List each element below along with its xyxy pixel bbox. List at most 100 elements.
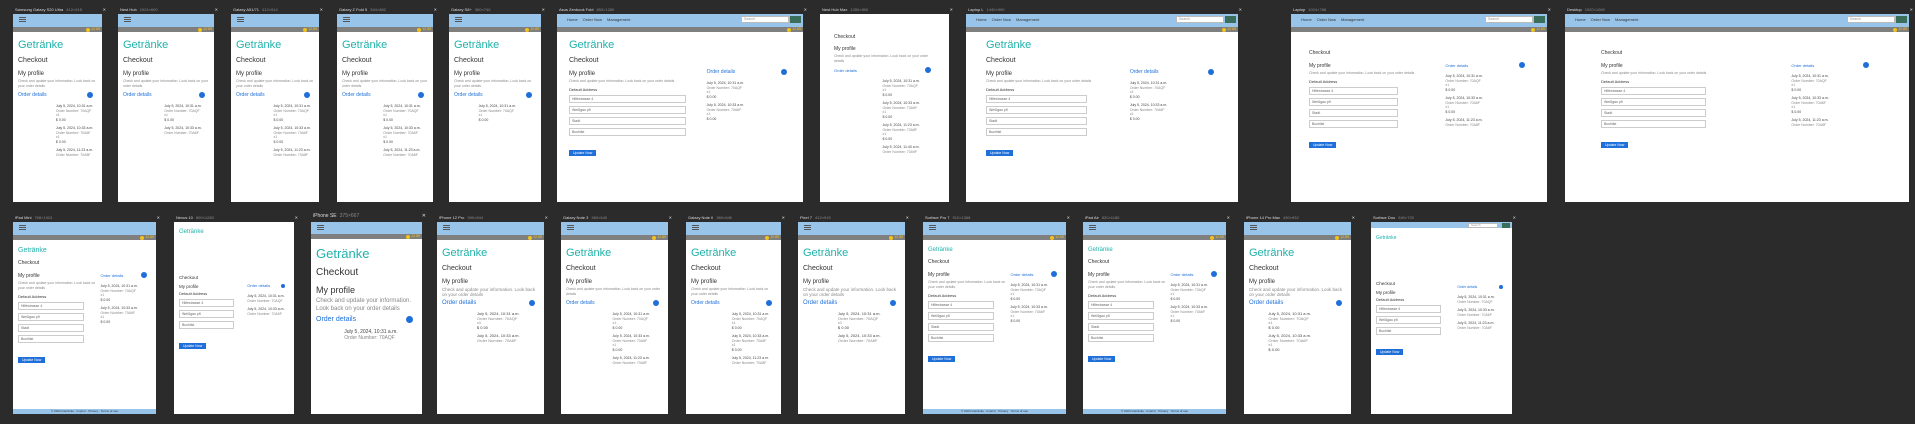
close-icon[interactable]: ✕ [1067, 215, 1070, 220]
menu-icon[interactable] [317, 225, 324, 230]
zip-city-input[interactable]: Weißgau pfl [569, 106, 686, 114]
menu-icon[interactable] [19, 225, 26, 230]
menu-icon[interactable] [237, 17, 244, 22]
search-input[interactable]: Search [1485, 16, 1533, 23]
close-icon[interactable]: ✕ [545, 215, 548, 220]
order-details-link[interactable]: Order details [123, 92, 152, 98]
brand-logo[interactable]: Getränke [342, 39, 428, 51]
order-details-link[interactable]: Order details [454, 92, 483, 98]
address-input[interactable]: Hilfestrasse 4 [569, 95, 686, 103]
order-details-link[interactable]: Order details [1010, 272, 1033, 277]
close-icon[interactable]: ✕ [782, 215, 785, 220]
toggle-icon[interactable] [890, 300, 896, 306]
close-icon[interactable]: ✕ [950, 7, 953, 12]
nav-management[interactable]: Management [1341, 17, 1364, 22]
city-input[interactable]: Stadt [18, 324, 84, 332]
update-button[interactable]: Update Now [179, 343, 207, 349]
brand-logo[interactable]: Getränke [442, 247, 539, 259]
order-details-link[interactable]: Order details [1791, 63, 1814, 68]
zip-city-input[interactable]: Weißgau pfl [1376, 316, 1441, 324]
city-input[interactable]: Stadt [1601, 109, 1706, 117]
nav-management[interactable]: Management [1016, 17, 1039, 22]
order-details-link[interactable]: Order details [803, 300, 837, 306]
zip-city-input[interactable]: Weißgau pfl [1088, 312, 1154, 320]
toggle-icon[interactable] [304, 92, 310, 98]
country-select[interactable]: Buchlist [928, 334, 994, 342]
close-icon[interactable]: ✕ [1239, 7, 1242, 12]
zip-city-input[interactable]: Weißgau pfl [1601, 98, 1706, 106]
nav-home[interactable]: Home [1575, 17, 1586, 22]
toggle-icon[interactable] [781, 69, 787, 75]
toggle-icon[interactable] [281, 283, 285, 288]
order-details-link[interactable]: Order details [316, 316, 356, 323]
order-details-link[interactable]: Order details [1445, 63, 1468, 68]
brand-logo[interactable]: Getränke [316, 246, 417, 261]
toggle-icon[interactable] [925, 67, 931, 73]
brand-logo[interactable]: Getränke [18, 247, 151, 254]
close-icon[interactable]: ✕ [542, 7, 545, 12]
menu-icon[interactable] [929, 225, 936, 230]
update-button[interactable]: Update Now [1601, 142, 1629, 148]
close-icon[interactable]: ✕ [906, 215, 909, 220]
close-icon[interactable]: ✕ [215, 7, 218, 12]
city-input[interactable]: Stadt [986, 117, 1087, 125]
city-input[interactable]: Stadt [1088, 323, 1154, 331]
brand-logo[interactable]: Getränke [454, 39, 536, 51]
city-input[interactable]: Stadt [928, 323, 994, 331]
update-button[interactable]: Update Now [569, 150, 597, 156]
country-select[interactable]: Buchlist [18, 335, 84, 343]
menu-icon[interactable] [343, 17, 350, 22]
zip-city-input[interactable]: Weißgau pfl [18, 313, 84, 321]
menu-icon[interactable] [1250, 225, 1257, 230]
search-button[interactable] [1534, 16, 1545, 23]
toggle-icon[interactable] [653, 300, 659, 306]
country-select[interactable]: Buchlist [569, 128, 686, 136]
close-icon[interactable]: ✕ [157, 215, 160, 220]
order-details-link[interactable]: Order details [1170, 272, 1193, 277]
search-input[interactable]: Search [741, 16, 789, 23]
nav-management[interactable]: Management [607, 17, 630, 22]
close-icon[interactable]: ✕ [804, 7, 807, 12]
toggle-icon[interactable] [406, 316, 413, 323]
address-input[interactable]: Hilfestrasse 4 [1309, 87, 1398, 95]
nav-order-now[interactable]: Order Now [992, 17, 1011, 22]
order-details-link[interactable]: Order details [442, 300, 476, 306]
menu-icon[interactable] [19, 17, 26, 22]
menu-icon[interactable] [692, 225, 699, 230]
country-select[interactable]: Buchlist [1601, 120, 1706, 128]
toggle-icon[interactable] [1211, 271, 1217, 277]
country-select[interactable]: Buchlist [1376, 327, 1441, 335]
close-icon[interactable]: ✕ [434, 7, 437, 12]
address-input[interactable]: Hilfestrasse 4 [928, 301, 994, 309]
brand-logo[interactable]: Getränke [803, 247, 900, 259]
search-button[interactable] [1225, 16, 1236, 23]
order-details-link[interactable]: Order details [834, 68, 857, 73]
menu-icon[interactable] [443, 225, 450, 230]
close-icon[interactable]: ✕ [1548, 7, 1551, 12]
menu-icon[interactable] [567, 225, 574, 230]
brand-logo[interactable]: Getränke [18, 39, 97, 51]
brand-logo[interactable]: Getränke [179, 229, 289, 235]
toggle-icon[interactable] [766, 300, 772, 306]
toggle-icon[interactable] [529, 300, 535, 306]
close-icon[interactable]: ✕ [1352, 215, 1355, 220]
close-icon[interactable]: ✕ [669, 215, 672, 220]
search-button[interactable] [1502, 222, 1510, 228]
update-button[interactable]: Update Now [986, 150, 1014, 156]
toggle-icon[interactable] [199, 92, 205, 98]
address-input[interactable]: Hilfestrasse 4 [1601, 87, 1706, 95]
nav-order-now[interactable]: Order Now [1591, 17, 1610, 22]
toggle-icon[interactable] [1499, 285, 1503, 289]
country-select[interactable]: Buchlist [1309, 120, 1398, 128]
menu-icon[interactable] [455, 17, 462, 22]
zip-city-input[interactable]: Weißgau pfl [986, 106, 1087, 114]
address-input[interactable]: Hilfestrasse 4 [18, 302, 84, 310]
update-button[interactable]: Update Now [1309, 142, 1337, 148]
toggle-icon[interactable] [141, 272, 147, 278]
search-button[interactable] [790, 16, 801, 23]
order-details-link[interactable]: Order details [707, 69, 736, 75]
order-details-link[interactable]: Order details [566, 300, 595, 306]
country-select[interactable]: Buchlist [179, 321, 234, 329]
brand-logo[interactable]: Getränke [1249, 247, 1346, 259]
toggle-icon[interactable] [1863, 62, 1869, 68]
